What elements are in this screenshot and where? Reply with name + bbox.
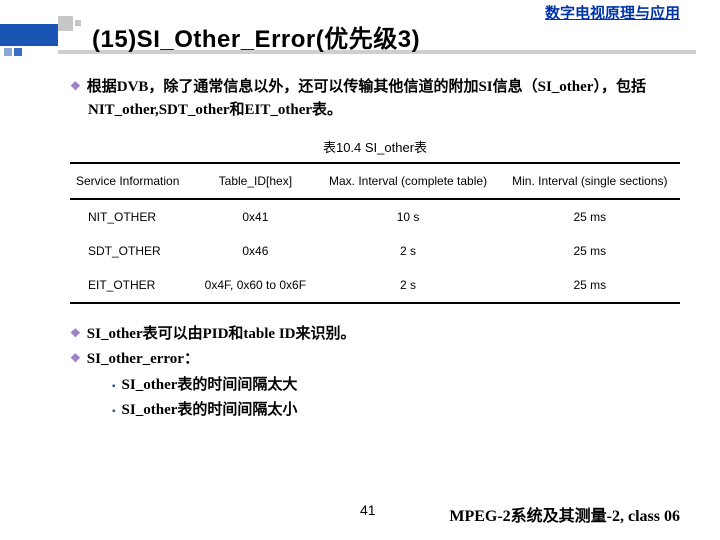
cell: EIT_OTHER bbox=[70, 268, 194, 303]
cell: 10 s bbox=[316, 199, 499, 234]
table-row: EIT_OTHER 0x4F, 0x60 to 0x6F 2 s 25 ms bbox=[70, 268, 680, 303]
decoration-square bbox=[14, 48, 22, 56]
cell: 0x46 bbox=[194, 234, 316, 268]
bullet-content: SI_other_error： bbox=[87, 351, 199, 367]
bullet-text: ❖ 根据DVB，除了通常信息以外，还可以传输其他信道的附加SI信息（SI_othe… bbox=[70, 76, 680, 123]
footer-right: MPEG-2系统及其测量-2, class 06 bbox=[449, 502, 680, 526]
diamond-icon: ❖ bbox=[70, 79, 81, 93]
square-icon: ▪ bbox=[112, 381, 116, 392]
table-row: SDT_OTHER 0x46 2 s 25 ms bbox=[70, 234, 680, 268]
bullet-list: ❖ SI_other表可以由PID和table ID来识别。 ❖ SI_other_… bbox=[70, 322, 680, 424]
table-header: Min. Interval (single sections) bbox=[500, 163, 680, 199]
diamond-icon: ❖ bbox=[70, 326, 81, 340]
course-title: 数字电视原理与应用 bbox=[545, 2, 680, 23]
cell: 2 s bbox=[316, 268, 499, 303]
bullet-content: SI_other表的时间间隔太小 bbox=[122, 402, 298, 418]
cell: NIT_OTHER bbox=[70, 199, 194, 234]
si-other-table: Service Information Table_ID[hex] Max. I… bbox=[70, 162, 680, 304]
decoration-square bbox=[58, 16, 73, 31]
bullet-content: SI_other表的时间间隔太大 bbox=[122, 377, 298, 393]
slide: 数字电视原理与应用 (15)SI_Other_Error(优先级3) ❖ 根据DV… bbox=[0, 0, 720, 540]
cell: 25 ms bbox=[500, 268, 680, 303]
cell: 0x4F, 0x60 to 0x6F bbox=[194, 268, 316, 303]
table-caption: 表10.4 SI_other表 bbox=[70, 137, 680, 156]
bullet-text: ❖ SI_other表可以由PID和table ID来识别。 bbox=[70, 322, 680, 348]
title-bar: (15)SI_Other_Error(优先级3) bbox=[0, 22, 720, 62]
table-header: Max. Interval (complete table) bbox=[316, 163, 499, 199]
cell: 2 s bbox=[316, 234, 499, 268]
decoration-square bbox=[4, 48, 12, 56]
decoration-square bbox=[75, 20, 81, 26]
table-row: NIT_OTHER 0x41 10 s 25 ms bbox=[70, 199, 680, 234]
page-title: (15)SI_Other_Error(优先级3) bbox=[92, 19, 420, 54]
bullet-text: ❖ SI_other_error： bbox=[70, 347, 680, 373]
decoration-strip bbox=[0, 24, 58, 46]
cell: 25 ms bbox=[500, 199, 680, 234]
sub-bullet-text: ▪ SI_other表的时间间隔太小 bbox=[70, 398, 680, 424]
page-number: 41 bbox=[360, 502, 376, 518]
sub-bullet-text: ▪ SI_other表的时间间隔太大 bbox=[70, 373, 680, 399]
table-header-row: Service Information Table_ID[hex] Max. I… bbox=[70, 163, 680, 199]
cell: 25 ms bbox=[500, 234, 680, 268]
table-header: Service Information bbox=[70, 163, 194, 199]
table-header: Table_ID[hex] bbox=[194, 163, 316, 199]
diamond-icon: ❖ bbox=[70, 351, 81, 365]
cell: SDT_OTHER bbox=[70, 234, 194, 268]
square-icon: ▪ bbox=[112, 406, 116, 417]
footer: 41 MPEG-2系统及其测量-2, class 06 bbox=[0, 502, 680, 526]
bullet-content: SI_other表可以由PID和table ID来识别。 bbox=[87, 326, 356, 342]
cell: 0x41 bbox=[194, 199, 316, 234]
bullet-content: 根据DVB，除了通常信息以外，还可以传输其他信道的附加SI信息（SI_other… bbox=[87, 79, 646, 118]
body: ❖ 根据DVB，除了通常信息以外，还可以传输其他信道的附加SI信息（SI_othe… bbox=[70, 76, 680, 424]
